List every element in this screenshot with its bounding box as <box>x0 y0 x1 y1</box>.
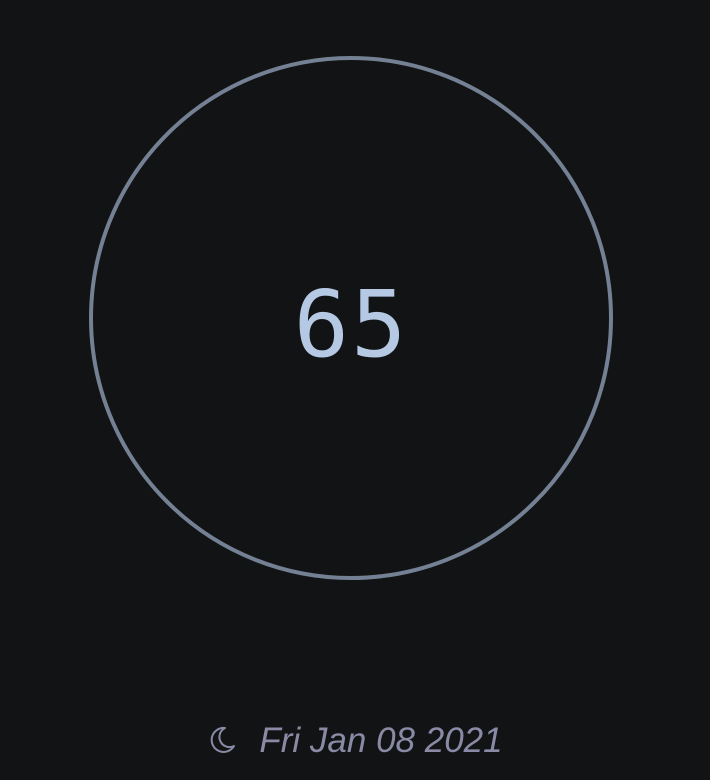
value-dial: 65 <box>89 56 613 580</box>
moon-icon-path <box>211 726 236 753</box>
clock-screen: 65 Fri Jan 08 2021 <box>0 0 710 780</box>
status-footer: Fri Jan 08 2021 <box>0 712 710 768</box>
dial-value: 65 <box>293 271 409 378</box>
moon-icon <box>211 726 236 753</box>
date-label: Fri Jan 08 2021 <box>259 720 503 760</box>
